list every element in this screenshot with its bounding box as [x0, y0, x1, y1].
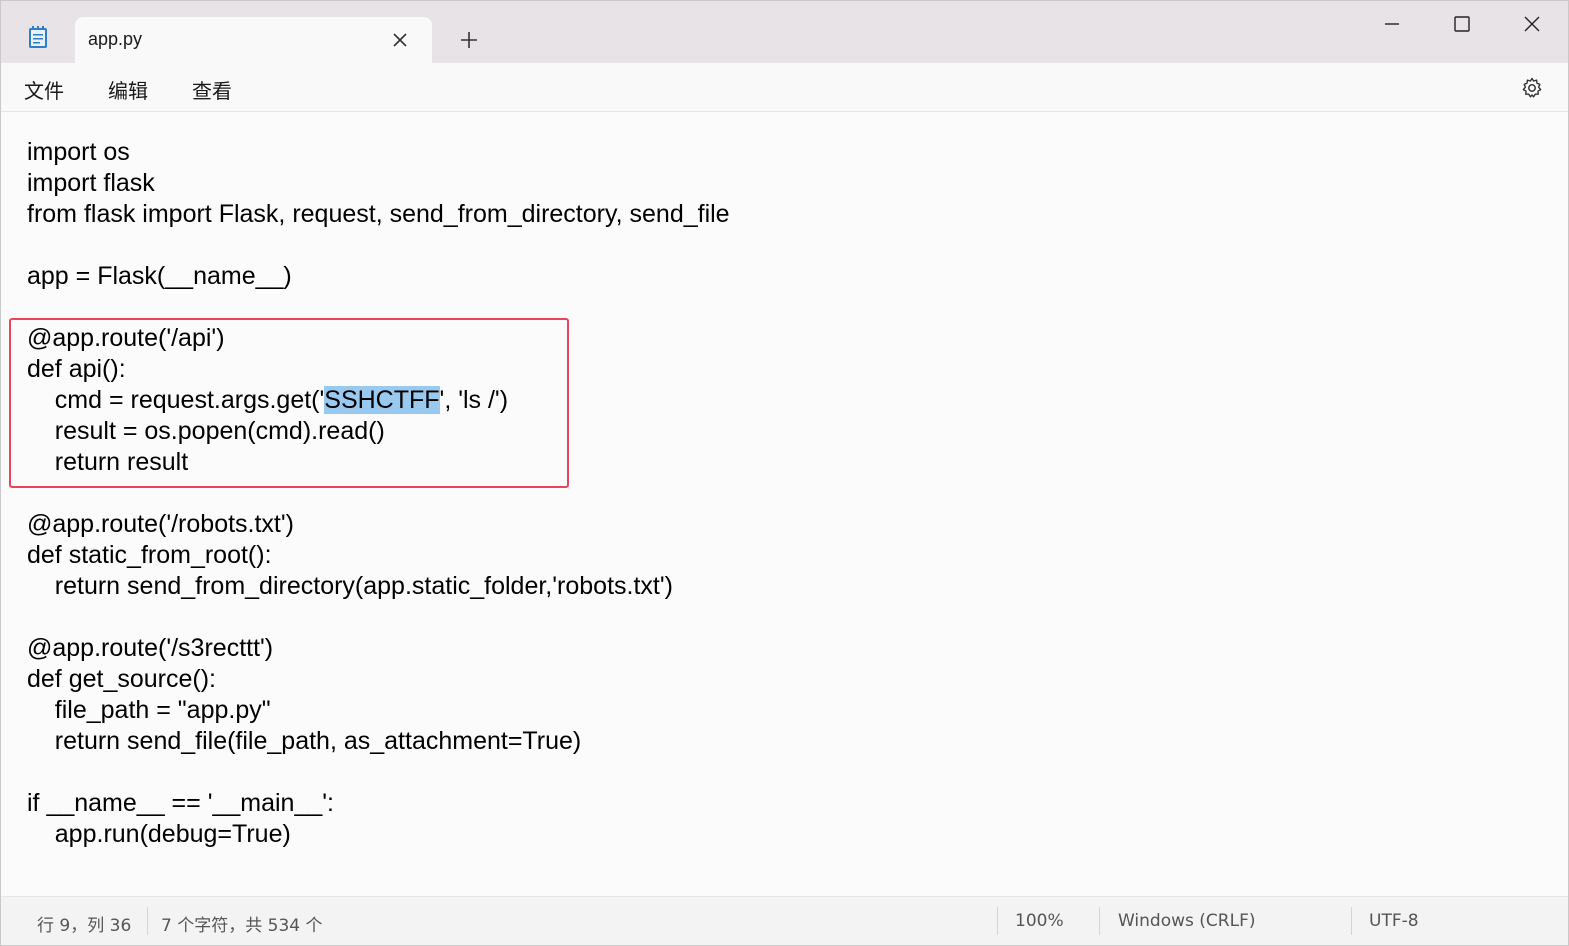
- cursor-position: 行 9，列 36: [37, 916, 132, 936]
- status-divider: [997, 907, 998, 935]
- notepad-window: app.py 文件 编辑 查看 import os import flask f…: [0, 0, 1569, 946]
- plus-icon[interactable]: [459, 30, 479, 50]
- code-line: from flask import Flask, request, send_f…: [27, 200, 730, 228]
- code-line: import flask: [27, 169, 155, 197]
- menu-file[interactable]: 文件: [24, 75, 64, 104]
- line-ending[interactable]: Windows (CRLF): [1118, 911, 1256, 931]
- menu-edit[interactable]: 编辑: [108, 75, 148, 104]
- minimize-icon[interactable]: [1381, 13, 1403, 35]
- close-icon[interactable]: [390, 30, 410, 50]
- encoding[interactable]: UTF-8: [1369, 911, 1419, 931]
- code-line: def static_from_root():: [27, 541, 272, 569]
- maximize-icon[interactable]: [1451, 13, 1473, 35]
- menu-view[interactable]: 查看: [192, 75, 232, 104]
- zoom-level[interactable]: 100%: [1015, 911, 1064, 931]
- code-line: @app.route('/robots.txt'): [27, 510, 294, 538]
- code-line: app = Flask(__name__): [27, 262, 292, 290]
- status-divider: [147, 907, 148, 935]
- code-line: import os: [27, 138, 130, 166]
- tab-app-py[interactable]: app.py: [75, 17, 432, 63]
- code-line: return send_from_directory(app.static_fo…: [27, 572, 673, 600]
- code-line: app.run(debug=True): [27, 820, 291, 848]
- gear-icon[interactable]: [1520, 76, 1544, 100]
- menu-bar: 文件 编辑 查看: [1, 63, 1568, 112]
- tab-title: app.py: [88, 29, 143, 49]
- status-divider: [1351, 907, 1352, 935]
- code-line: def get_source():: [27, 665, 216, 693]
- code-content: import os import flask from flask import…: [27, 137, 730, 850]
- notepad-icon: [29, 26, 47, 48]
- character-count: 7 个字符，共 534 个: [161, 916, 323, 936]
- code-line: file_path = "app.py": [27, 696, 271, 724]
- code-line: return send_file(file_path, as_attachmen…: [27, 727, 582, 755]
- window-close-icon[interactable]: [1521, 13, 1543, 35]
- status-divider: [1099, 907, 1100, 935]
- status-bar: 行 9，列 36 7 个字符，共 534 个 100% Windows (CRL…: [1, 896, 1568, 945]
- code-line: @app.route('/s3recttt'): [27, 634, 274, 662]
- annotation-box: [9, 318, 569, 488]
- text-editor[interactable]: import os import flask from flask import…: [1, 112, 1568, 896]
- title-bar: app.py: [1, 1, 1568, 63]
- code-line: if __name__ == '__main__':: [27, 789, 334, 817]
